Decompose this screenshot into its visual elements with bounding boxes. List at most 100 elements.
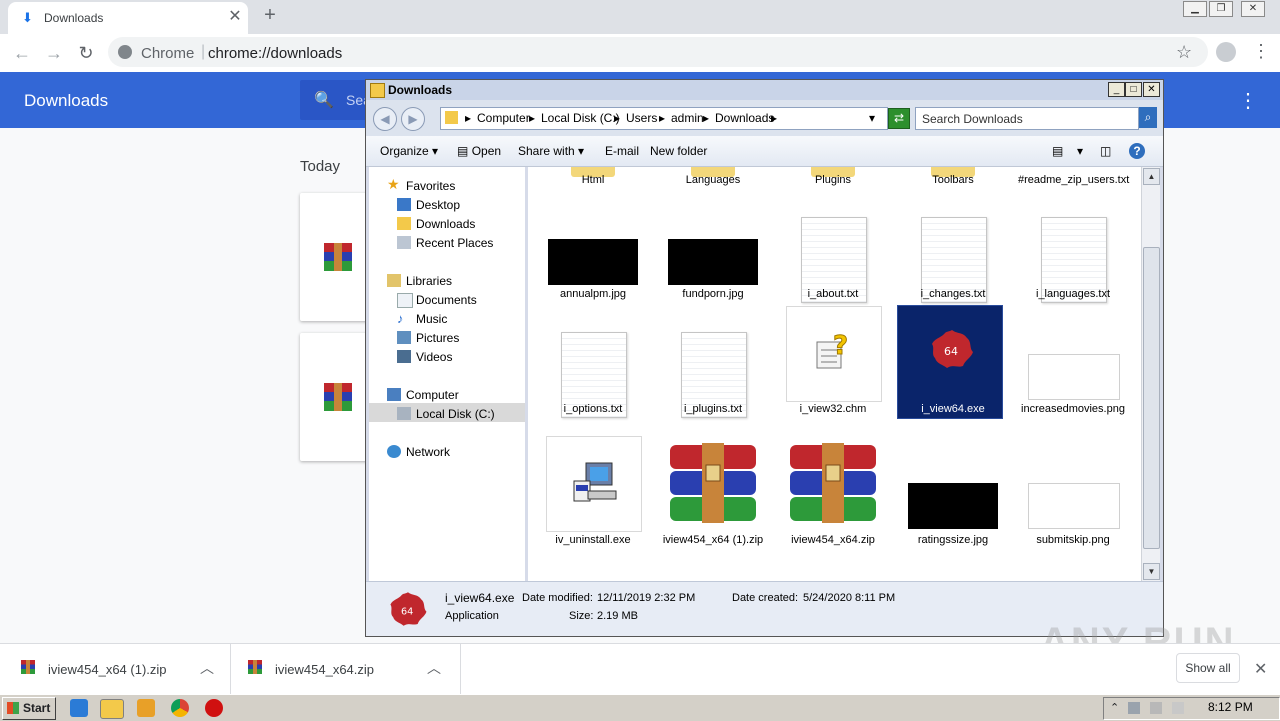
tray-expand-icon[interactable]: ⌃ bbox=[1110, 701, 1119, 714]
chevron-icon[interactable]: ▸ bbox=[614, 111, 620, 125]
file-item[interactable]: ratingssize.jpg bbox=[898, 463, 1008, 573]
folder-item[interactable]: Languages bbox=[658, 167, 768, 207]
breadcrumb-computer[interactable]: Computer bbox=[477, 111, 530, 125]
winrar-icon bbox=[21, 660, 35, 674]
omnibox[interactable]: Chrome | chrome://downloads bbox=[108, 37, 1208, 67]
nav-network[interactable]: Network bbox=[406, 445, 450, 459]
nav-recent-places[interactable]: Recent Places bbox=[416, 236, 493, 250]
folder-item[interactable]: Html bbox=[538, 167, 648, 207]
breadcrumb-admin[interactable]: admin bbox=[671, 111, 704, 125]
organize-button[interactable]: Organize ▾ bbox=[380, 144, 438, 158]
minimize-icon[interactable]: ▁ bbox=[1183, 1, 1207, 17]
nav-favorites[interactable]: Favorites bbox=[406, 179, 455, 193]
file-item[interactable]: i_plugins.txt bbox=[658, 332, 768, 442]
chevron-icon[interactable]: ▸ bbox=[703, 111, 709, 125]
scroll-down-icon[interactable]: ▼ bbox=[1143, 563, 1160, 580]
shelf-download-item[interactable]: iview454_x64.zip ︿ bbox=[230, 644, 461, 694]
forward-icon[interactable]: → bbox=[43, 42, 65, 64]
breadcrumb-downloads[interactable]: Downloads bbox=[715, 111, 774, 125]
open-button[interactable]: ▤ Open bbox=[457, 144, 501, 158]
maximize-icon[interactable]: □ bbox=[1125, 82, 1142, 97]
chrome-icon[interactable] bbox=[171, 699, 189, 717]
start-button[interactable]: Start bbox=[2, 697, 56, 720]
downloads-menu-icon[interactable]: ⋮ bbox=[1238, 88, 1258, 113]
breadcrumb-local-disk[interactable]: Local Disk (C:) bbox=[541, 111, 620, 125]
scrollbar-thumb[interactable] bbox=[1143, 247, 1160, 549]
restore-icon[interactable]: ❐ bbox=[1209, 1, 1233, 17]
folder-item[interactable]: Toolbars bbox=[898, 167, 1008, 207]
bookmark-star-icon[interactable]: ☆ bbox=[1176, 42, 1192, 63]
file-item[interactable]: iview454_x64.zip bbox=[778, 443, 888, 573]
chevron-up-icon[interactable]: ︿ bbox=[200, 658, 214, 678]
search-icon[interactable]: ⌕ bbox=[1139, 107, 1157, 128]
chevron-icon[interactable]: ▸ bbox=[529, 111, 535, 125]
email-button[interactable]: E-mail bbox=[605, 144, 639, 158]
file-item-selected[interactable]: 64 i_view64.exe bbox=[897, 305, 1008, 442]
preview-pane-icon[interactable]: ◫ bbox=[1100, 144, 1111, 158]
nav-desktop[interactable]: Desktop bbox=[416, 198, 460, 212]
url-text[interactable]: chrome://downloads bbox=[208, 45, 342, 62]
chevron-down-icon[interactable]: ▾ bbox=[1077, 144, 1083, 158]
chevron-icon[interactable]: ▸ bbox=[771, 111, 777, 125]
close-tab-icon[interactable]: ✕ bbox=[226, 8, 244, 26]
forward-icon[interactable]: ▶ bbox=[401, 107, 425, 131]
scroll-up-icon[interactable]: ▲ bbox=[1143, 168, 1160, 185]
vertical-scrollbar[interactable]: ▲ ▼ bbox=[1141, 167, 1160, 581]
refresh-icon[interactable]: ⇄ bbox=[888, 108, 910, 129]
address-bar[interactable]: ▸ Computer ▸ Local Disk (C:) ▸ Users ▸ a… bbox=[440, 107, 888, 130]
nav-libraries[interactable]: Libraries bbox=[406, 274, 452, 288]
flag-icon[interactable] bbox=[1172, 702, 1184, 714]
nav-local-disk[interactable]: Local Disk (C:) bbox=[416, 407, 495, 421]
folder-item[interactable]: Plugins bbox=[778, 167, 888, 207]
nav-pictures[interactable]: Pictures bbox=[416, 331, 459, 345]
nav-downloads[interactable]: Downloads bbox=[416, 217, 475, 231]
share-with-button[interactable]: Share with ▾ bbox=[518, 144, 584, 158]
file-item[interactable]: submitskip.png bbox=[1018, 463, 1128, 573]
file-item[interactable]: i_languages.txt bbox=[1018, 217, 1128, 323]
site-name: Chrome bbox=[141, 45, 195, 62]
breadcrumb-users[interactable]: Users bbox=[626, 111, 657, 125]
close-icon[interactable]: ✕ bbox=[1143, 82, 1160, 97]
close-window-icon[interactable]: ✕ bbox=[1241, 1, 1265, 17]
file-item[interactable]: iv_uninstall.exe bbox=[538, 436, 648, 573]
nav-computer[interactable]: Computer bbox=[406, 388, 459, 402]
file-item[interactable]: fundporn.jpg bbox=[658, 217, 768, 323]
search-input[interactable]: Search Downloads bbox=[915, 107, 1139, 130]
nav-music[interactable]: Music bbox=[416, 312, 447, 326]
ie-icon[interactable] bbox=[70, 699, 88, 717]
reload-icon[interactable]: ↻ bbox=[75, 42, 97, 64]
menu-icon[interactable]: ⋮ bbox=[1252, 41, 1270, 62]
chevron-icon[interactable]: ▸ bbox=[659, 111, 665, 125]
file-item[interactable]: annualpm.jpg bbox=[538, 217, 648, 323]
nav-videos[interactable]: Videos bbox=[416, 350, 452, 364]
close-shelf-icon[interactable]: ✕ bbox=[1254, 659, 1267, 679]
dropdown-arrow-icon[interactable]: ▾ bbox=[869, 111, 875, 125]
file-item[interactable]: #readme_zip_users.txt bbox=[1018, 167, 1129, 207]
back-icon[interactable]: ◀ bbox=[373, 107, 397, 131]
chevron-up-icon[interactable]: ︿ bbox=[427, 658, 441, 678]
new-folder-button[interactable]: New folder bbox=[650, 144, 707, 158]
explorer-taskbar-icon[interactable] bbox=[100, 699, 124, 719]
profile-avatar[interactable] bbox=[1216, 42, 1236, 62]
tab-downloads[interactable]: ⬇ Downloads ✕ bbox=[8, 2, 248, 34]
file-item[interactable]: increasedmovies.png bbox=[1018, 332, 1128, 442]
media-player-icon[interactable] bbox=[137, 699, 155, 717]
network-tray-icon[interactable] bbox=[1128, 702, 1140, 714]
file-item[interactable]: ? i_view32.chm bbox=[778, 306, 888, 442]
site-info-icon[interactable] bbox=[118, 45, 132, 59]
volume-icon[interactable] bbox=[1150, 702, 1162, 714]
show-all-button[interactable]: Show all bbox=[1176, 653, 1240, 683]
help-icon[interactable]: ? bbox=[1129, 143, 1145, 159]
nav-documents[interactable]: Documents bbox=[416, 293, 477, 307]
taskbar: Start ⌃ 8:12 PM bbox=[0, 694, 1280, 721]
file-item[interactable]: iview454_x64 (1).zip bbox=[658, 443, 768, 573]
back-icon[interactable]: ← bbox=[11, 42, 33, 64]
chevron-icon[interactable]: ▸ bbox=[465, 111, 471, 125]
new-tab-icon[interactable]: + bbox=[260, 5, 280, 25]
explorer-titlebar[interactable]: Downloads _ □ ✕ bbox=[366, 80, 1163, 100]
view-options-icon[interactable]: ▤ bbox=[1052, 144, 1063, 158]
file-item[interactable]: i_options.txt bbox=[538, 332, 648, 442]
shelf-download-item[interactable]: iview454_x64 (1).zip ︿ bbox=[0, 644, 231, 694]
stop-icon[interactable] bbox=[205, 699, 223, 717]
minimize-icon[interactable]: _ bbox=[1108, 82, 1125, 97]
